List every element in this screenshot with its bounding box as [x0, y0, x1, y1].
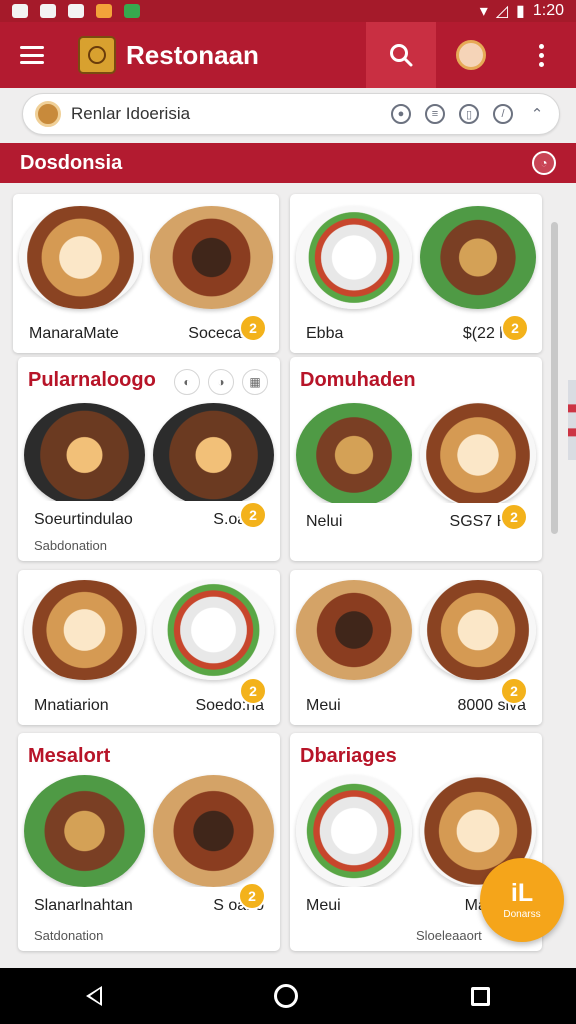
app-icon [40, 4, 56, 18]
search-input[interactable]: Renlar Idoerisia [71, 104, 190, 124]
dish-image [290, 580, 542, 680]
dish-card[interactable]: ManaraMate Socecaina 2 [13, 194, 279, 353]
side-indicator [568, 380, 576, 460]
section-header: Dosdonsia ◔ [0, 143, 576, 183]
dish-card[interactable]: Mnatiarion Soedo:na 2 [18, 570, 280, 725]
dish-image [290, 403, 542, 507]
dish-count-badge: 2 [239, 314, 267, 342]
card-title: Mesalort [28, 745, 111, 767]
dish-image [13, 206, 279, 309]
search-tools: ● ≡ ▯ / ⌃ [391, 104, 547, 124]
chef-icon[interactable]: ◑ [208, 369, 234, 395]
hamburger-menu-icon [20, 46, 44, 64]
fab-label: Donarss [503, 909, 541, 920]
signal-icon: ◿ [495, 3, 509, 20]
dish-card[interactable]: Meui 8000 slva 2 [290, 570, 542, 725]
calendar-icon[interactable]: ▦ [242, 369, 268, 395]
dish-count-badge: 2 [239, 501, 267, 529]
rice-bowl-icon[interactable]: ◐ [174, 369, 200, 395]
search-icon [390, 44, 413, 67]
floating-action-button[interactable]: iL Donarss [480, 858, 564, 942]
profile-avatar-icon [456, 40, 486, 70]
back-nav-icon[interactable] [86, 986, 103, 1006]
notification-icons [12, 4, 140, 18]
bookmark-icon[interactable]: ▯ [459, 104, 479, 124]
dish-sublabel: Satdonation [34, 928, 104, 943]
card-actions: ◐ ◑ ▦ [174, 369, 268, 395]
vertical-scrollbar[interactable] [551, 222, 558, 534]
dish-image [290, 206, 542, 309]
fab-icon: iL [510, 879, 534, 907]
system-navigation-bar [0, 968, 576, 1024]
card-title: Dbariages [300, 745, 397, 767]
dish-image [18, 403, 280, 507]
dish-count-badge: 2 [239, 677, 267, 705]
battery-icon: ▮ [516, 3, 525, 20]
dish-count-badge: 2 [500, 677, 528, 705]
dish-image [18, 580, 280, 680]
dish-image [18, 775, 280, 887]
screen: ▾ ◿ ▮ 1:20 Restonaan Renlar Idoerisia ● … [0, 0, 576, 1024]
hamburger-menu-button[interactable] [0, 22, 64, 88]
app-bar: Restonaan [0, 22, 576, 88]
gallery-icon [12, 4, 28, 18]
dish-card[interactable]: Ebba $(22 hno 2 [290, 194, 542, 353]
dish-labels: ManaraMate Socecaina [13, 315, 279, 353]
app-title: Restonaan [126, 39, 259, 70]
card-title: Pularnaloogo [28, 369, 156, 391]
compass-icon[interactable]: / [493, 104, 513, 124]
home-nav-icon[interactable] [274, 984, 299, 1008]
dish-card[interactable]: Mesalort Slanarlnahtan S oano Satdonation… [18, 733, 280, 951]
dish-sublabel: Sloeleaaort [416, 928, 482, 943]
dish-card[interactable]: Domuhaden Nelui SGS7 Hn0 2 [290, 357, 542, 561]
dish-count-badge: 2 [238, 882, 266, 910]
record-icon [68, 4, 84, 18]
food-thumbnail-icon [35, 101, 61, 127]
dish-count-badge: 2 [500, 503, 528, 531]
voice-icon[interactable]: ● [391, 104, 411, 124]
green-app-icon [124, 4, 140, 18]
filter-icon[interactable]: ≡ [425, 104, 445, 124]
more-options-icon [538, 43, 544, 49]
status-time: 1:20 [532, 2, 564, 19]
restaurant-logo-icon [78, 36, 116, 74]
wifi-icon: ▾ [479, 3, 488, 20]
chevron-icon[interactable]: ⌃ [527, 104, 547, 124]
dish-grid: ManaraMate Socecaina 2 Ebba $(22 hno 2 Pul… [0, 183, 576, 963]
orange-app-icon [96, 4, 112, 18]
dish-count-badge: 2 [501, 314, 529, 342]
card-title: Domuhaden [300, 369, 416, 391]
section-expand-icon[interactable]: ◔ [532, 151, 556, 175]
status-bar: ▾ ◿ ▮ 1:20 [0, 0, 576, 22]
profile-button[interactable] [436, 22, 506, 88]
search-field[interactable]: Renlar Idoerisia ● ≡ ▯ / ⌃ [22, 93, 560, 135]
search-button[interactable] [366, 22, 436, 88]
status-right: ▾ ◿ ▮ 1:20 [480, 1, 564, 21]
section-title: Dosdonsia [20, 151, 123, 174]
dish-sublabel: Sabdonation [34, 538, 108, 553]
recents-nav-icon[interactable] [470, 986, 490, 1006]
dish-card[interactable]: Pularnaloogo ◐ ◑ ▦ Soeurtindulao S.oano S… [18, 357, 280, 561]
more-options-button[interactable] [506, 22, 576, 88]
